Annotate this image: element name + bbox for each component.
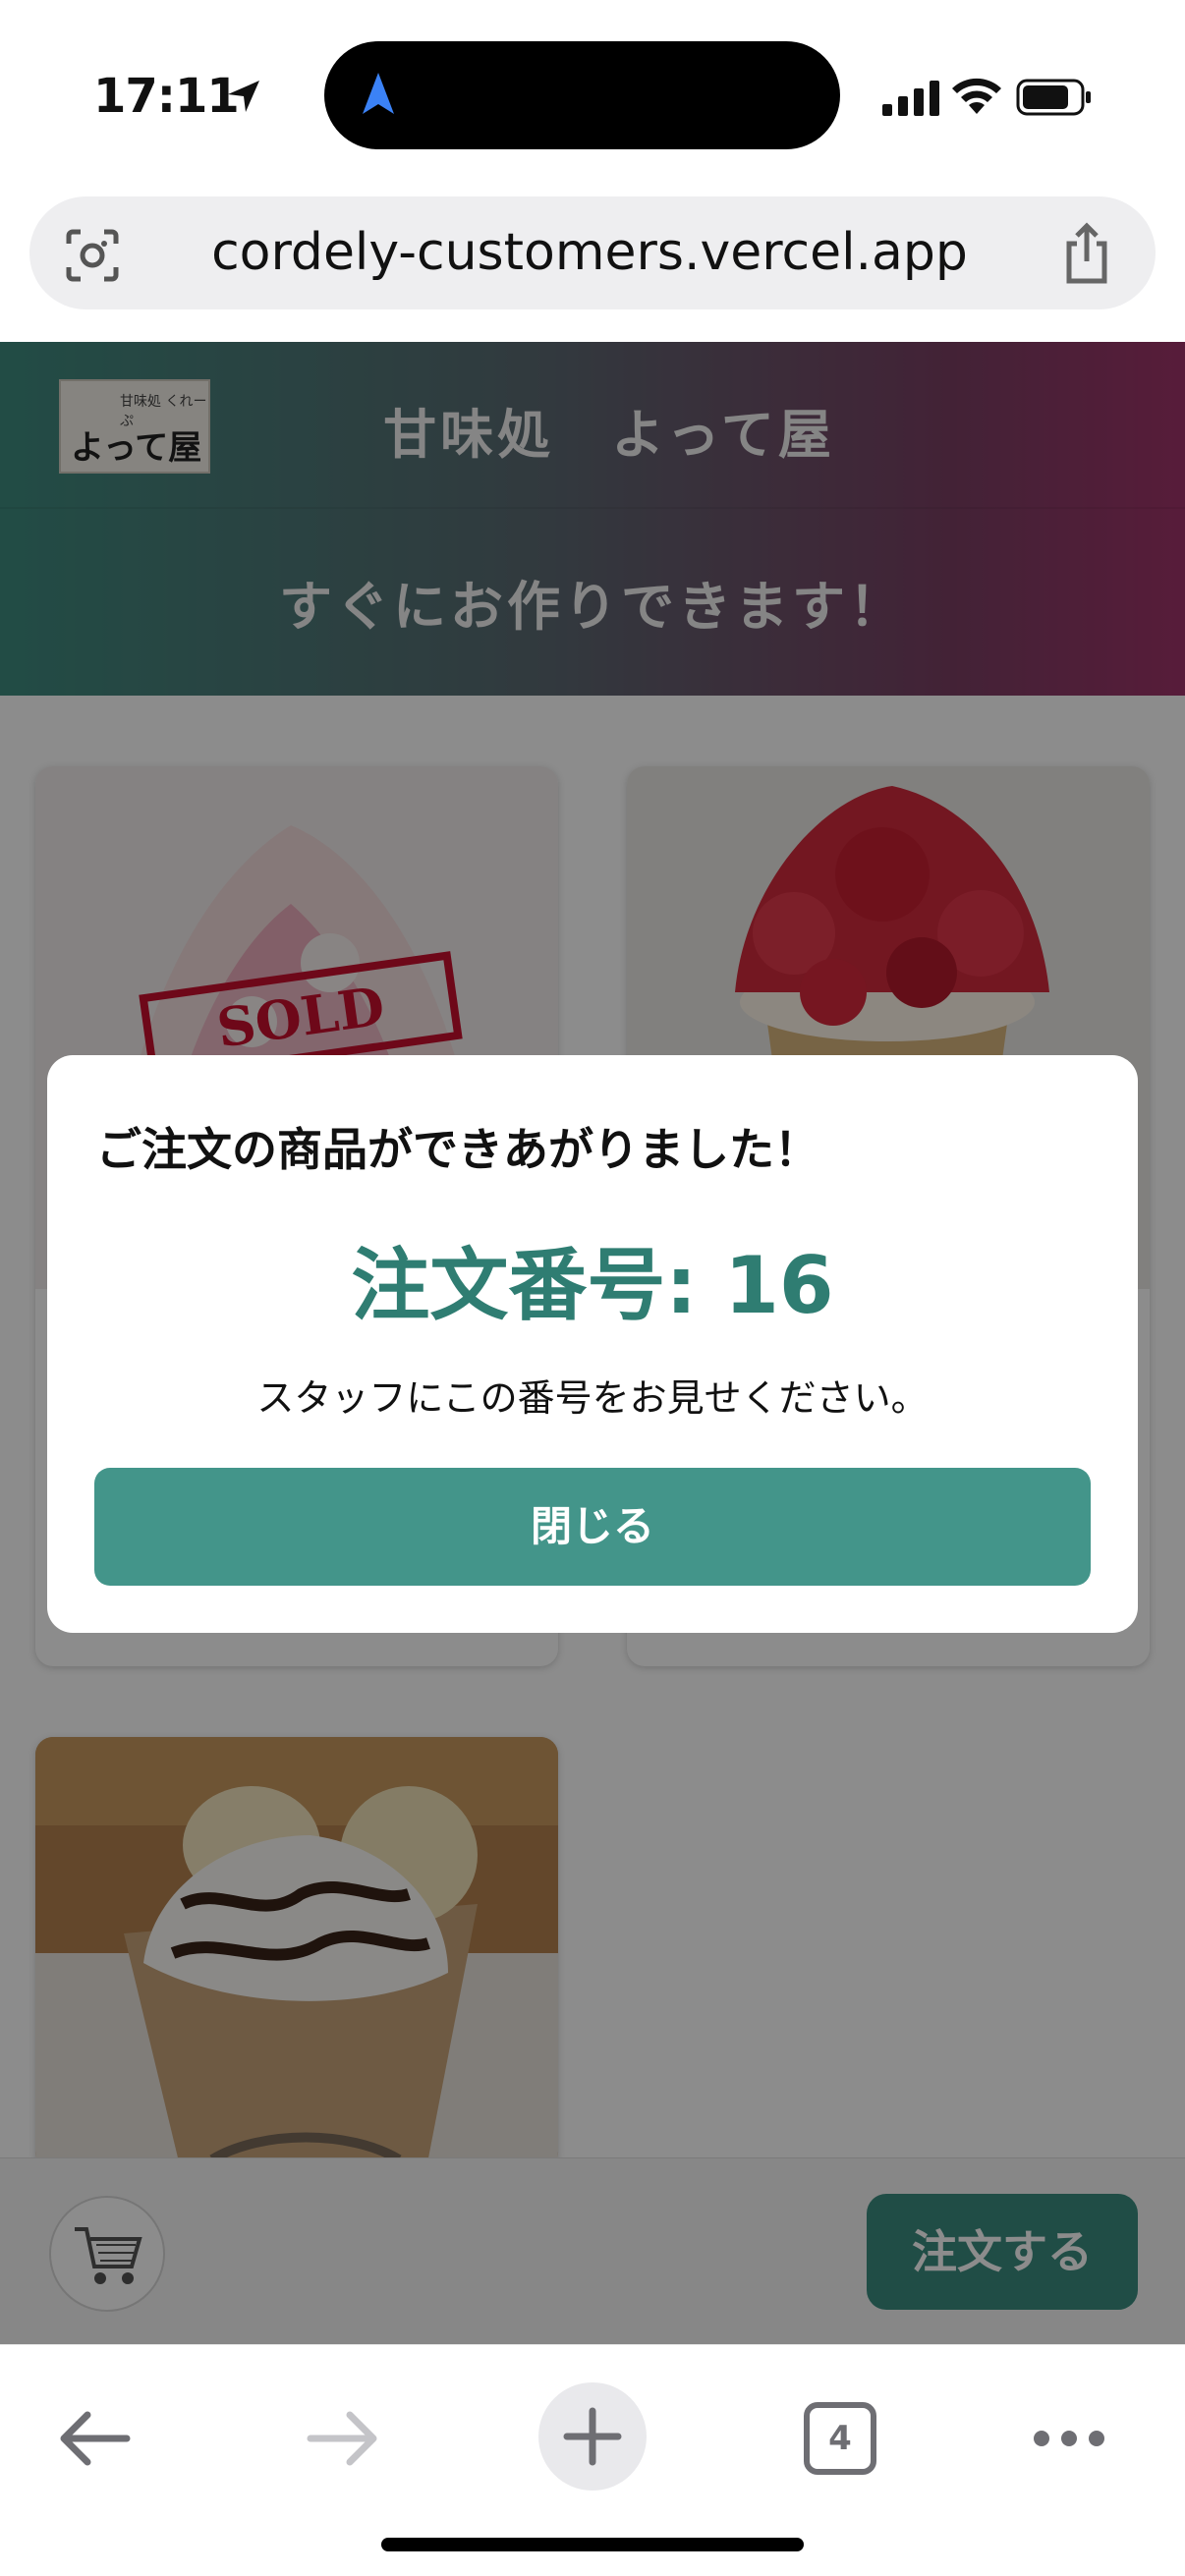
plus-icon [563, 2407, 622, 2466]
modal-title: ご注文の商品ができあがりました！ [96, 1123, 819, 1176]
more-icon[interactable] [1030, 2414, 1108, 2463]
signal-icon [882, 81, 939, 116]
scan-icon[interactable] [65, 228, 120, 283]
battery-icon [1016, 79, 1091, 116]
wifi-icon [952, 78, 1001, 114]
share-icon[interactable] [1059, 222, 1114, 285]
modal-note: スタッフにこの番号をお見せください。 [256, 1376, 929, 1420]
status-bar: 17:11 [0, 0, 1185, 187]
navigation-icon [363, 73, 394, 114]
close-button[interactable]: 閉じる [94, 1468, 1091, 1586]
tabs-button[interactable]: 4 [804, 2402, 876, 2475]
order-ready-modal: ご注文の商品ができあがりました！ 注文番号: 16 スタッフにこの番号をお見せく… [47, 1055, 1138, 1633]
new-tab-button[interactable] [538, 2382, 647, 2491]
page: 17:11 cordely-customers.vercel.app 甘味処 く… [0, 0, 1185, 2576]
forward-icon[interactable] [305, 2409, 383, 2468]
status-time: 17:11 [93, 69, 240, 124]
url-text[interactable]: cordely-customers.vercel.app [147, 218, 1032, 287]
back-icon[interactable] [54, 2409, 133, 2468]
order-number: 注文番号: 16 [351, 1240, 834, 1331]
location-arrow-icon [228, 81, 259, 112]
home-indicator [381, 2538, 804, 2551]
dynamic-island [324, 41, 840, 149]
